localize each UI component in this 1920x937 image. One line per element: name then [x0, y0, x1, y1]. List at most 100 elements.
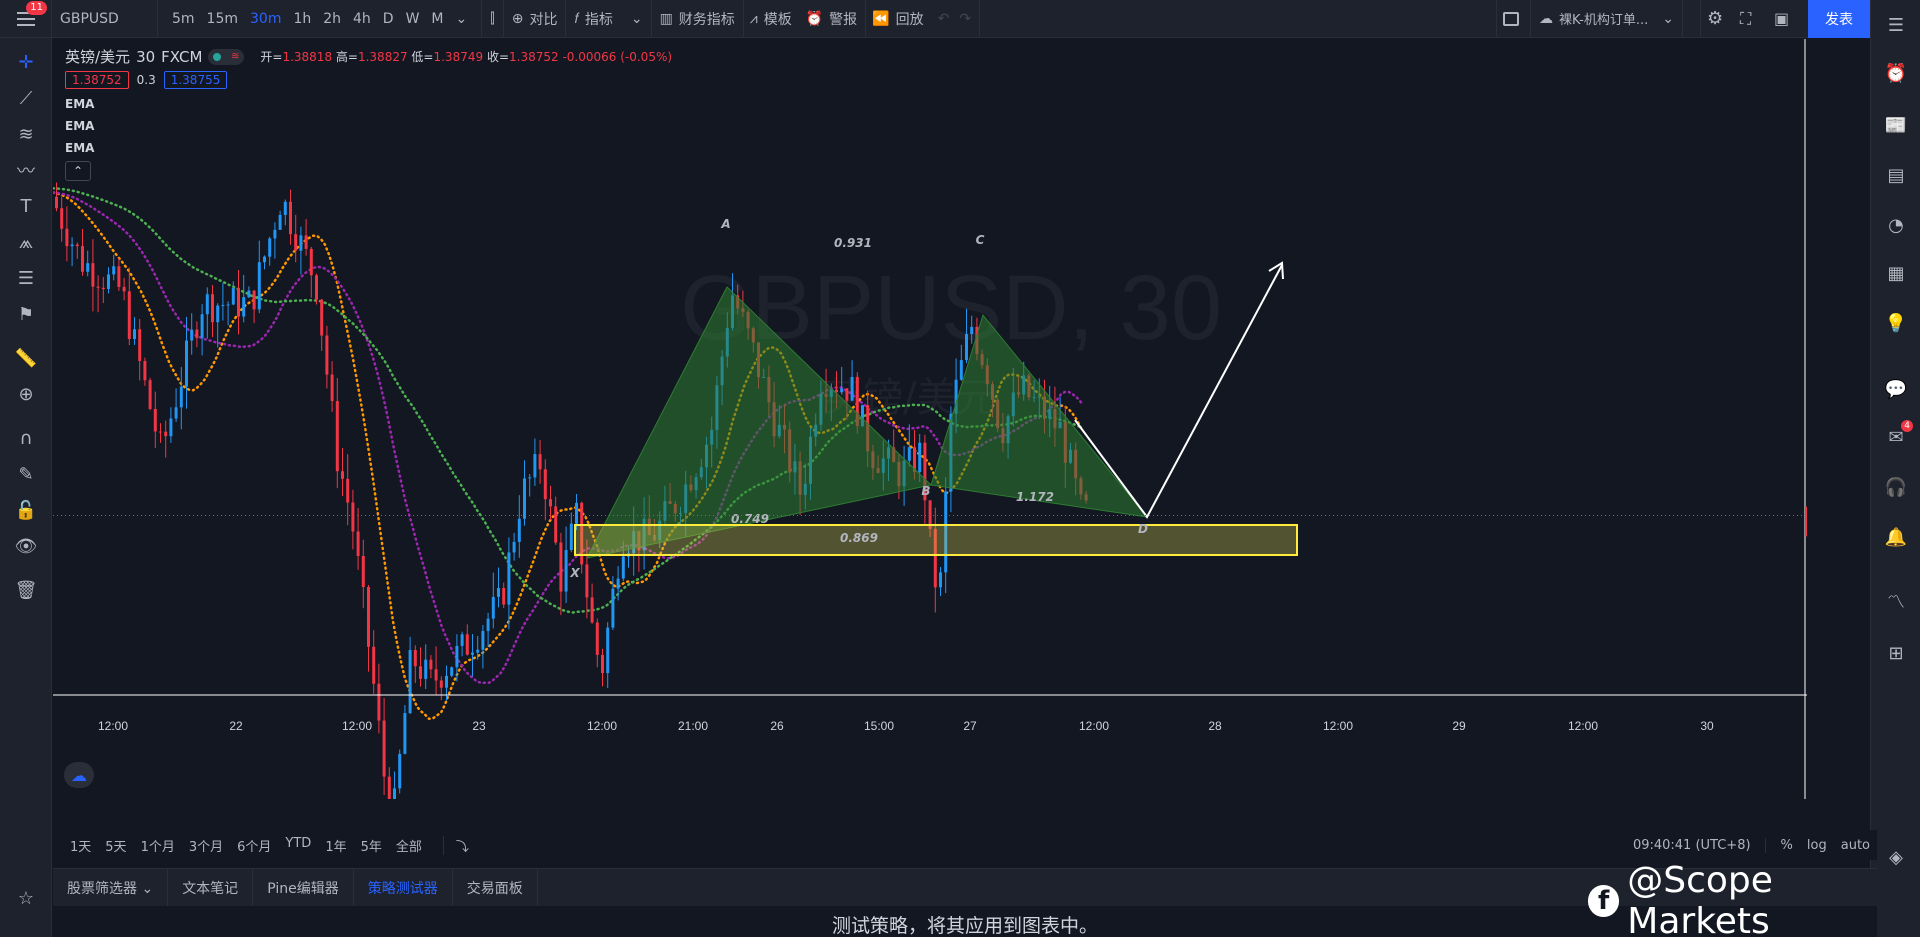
range-5年[interactable]: 5年	[354, 836, 389, 855]
magnet-tool[interactable]: ∩	[12, 424, 40, 452]
panel-tab-2[interactable]: Pine编辑器	[253, 869, 354, 907]
messages-button[interactable]: ✉ 4	[1881, 420, 1913, 452]
candle-body	[408, 649, 412, 714]
xabcd-tool[interactable]: ⩕	[12, 228, 40, 256]
indicator-ema-2[interactable]: EMA	[65, 119, 672, 133]
layout-name-dropdown[interactable]: ☁ 裸K-机构订单... ⌄	[1530, 0, 1683, 38]
timeframe-2h[interactable]: 2h	[317, 11, 347, 27]
zoom-tool[interactable]: ⊕	[12, 380, 40, 408]
ideas-button[interactable]: 💡	[1881, 308, 1911, 338]
stay-drawing-tool[interactable]: ✎	[12, 460, 40, 488]
text-tool[interactable]: T	[12, 192, 40, 220]
indicators-button[interactable]: 𝑓 指标 ⌄	[566, 0, 652, 38]
panel-tab-4[interactable]: 交易面板	[453, 869, 538, 907]
goto-date-button[interactable]: ⤵	[442, 835, 476, 855]
streams-button[interactable]: 🎧	[1881, 472, 1911, 502]
replay-button[interactable]: ⏪ 回放	[866, 0, 929, 38]
indicator-ema-3[interactable]: EMA	[65, 141, 672, 155]
buy-price-button[interactable]: 1.38755	[163, 71, 228, 89]
timeframe-30m[interactable]: 30m	[244, 11, 287, 27]
auto-toggle[interactable]: auto	[1834, 838, 1877, 853]
low-label: 低=	[411, 50, 434, 64]
timeframe-4h[interactable]: 4h	[347, 11, 377, 27]
fullscreen-button[interactable]: ⛶	[1734, 0, 1757, 38]
timeframe-5m[interactable]: 5m	[166, 11, 201, 27]
timeframe-15m[interactable]: 15m	[201, 11, 244, 27]
compare-button[interactable]: ⊕ 对比	[504, 0, 567, 38]
range-3个月[interactable]: 3个月	[182, 836, 230, 855]
range-6个月[interactable]: 6个月	[230, 836, 278, 855]
chat-button[interactable]: 💬	[1881, 374, 1911, 404]
percent-toggle[interactable]: %	[1774, 838, 1800, 853]
symbol-search[interactable]: GBPUSD	[52, 0, 158, 38]
dom-button[interactable]: ⊞	[1881, 638, 1911, 668]
panel-tab-3[interactable]: 策略测试器	[354, 869, 453, 907]
pattern-icon: 〰	[17, 161, 35, 182]
clock[interactable]: 09:40:41 (UTC+8)	[1626, 837, 1766, 853]
timeframe-D[interactable]: D	[377, 11, 400, 27]
prediction-tool[interactable]: ☰	[12, 264, 40, 292]
high-label: 高=	[335, 50, 358, 64]
range-5天[interactable]: 5天	[98, 836, 133, 855]
candle-body	[174, 407, 178, 419]
alerts-panel-button[interactable]: ⏰	[1881, 58, 1911, 88]
fib-tool[interactable]: ≋	[12, 120, 40, 148]
trendline-tool[interactable]: ⟋	[12, 84, 40, 112]
order-panel-button[interactable]: 〽	[1881, 586, 1911, 616]
range-1个月[interactable]: 1个月	[134, 836, 182, 855]
collapse-legend-button[interactable]: ⌃	[65, 161, 91, 181]
panel-tab-0[interactable]: 股票筛选器 ⌄	[53, 869, 169, 907]
settings-button[interactable]: ⚙	[1700, 0, 1729, 38]
legend-title[interactable]: 英镑/美元	[65, 46, 130, 67]
pattern-tool[interactable]: 〰	[12, 156, 40, 184]
data-window-button[interactable]: ▤	[1881, 160, 1911, 190]
alerts-button[interactable]: ⏰ 警报	[798, 0, 867, 38]
candle-body	[393, 788, 396, 799]
candle-body	[460, 634, 464, 646]
remove-tool[interactable]: 🗑	[12, 576, 40, 604]
prz-zone[interactable]	[574, 524, 1298, 556]
watchlist-button[interactable]: ☰	[1881, 10, 1911, 40]
templates-button[interactable]: ⩘ 模板	[744, 0, 798, 38]
timeframe-M[interactable]: M	[425, 11, 449, 27]
calendar-button[interactable]: ▦	[1881, 258, 1911, 288]
financials-button[interactable]: ▥ 财务指标	[652, 0, 744, 38]
range-1天[interactable]: 1天	[63, 836, 98, 855]
layout-name: 裸K-机构订单...	[1559, 13, 1649, 28]
redo-icon[interactable]: ↷	[959, 11, 971, 27]
time-tick-label: 30	[1700, 719, 1714, 733]
chevron-down-icon[interactable]: ⌄	[450, 11, 474, 27]
indicator-ema-1[interactable]: EMA	[65, 97, 672, 111]
publish-button[interactable]: 发表	[1808, 0, 1870, 38]
notifications-button[interactable]: 🔔	[1881, 522, 1911, 552]
label-d: D	[1138, 522, 1148, 536]
undo-icon[interactable]: ↶	[938, 11, 950, 27]
hotlist-button[interactable]: ◔	[1881, 210, 1911, 240]
snapshot-button[interactable]: ▣	[1768, 0, 1795, 38]
layout-button[interactable]	[1496, 0, 1525, 38]
news-button[interactable]: 📰	[1881, 110, 1911, 140]
spread-value: 0.3	[136, 73, 156, 87]
magnet-icon: ∩	[19, 427, 33, 449]
sell-price-button[interactable]: 1.38752	[65, 71, 129, 89]
market-status-toggle[interactable]: ≋	[208, 48, 245, 65]
log-toggle[interactable]: log	[1800, 838, 1834, 853]
time-tick-label: 28	[1208, 719, 1222, 733]
lock-tool[interactable]: 🔓	[12, 496, 40, 524]
compare-label: 对比	[529, 11, 558, 28]
icons-tool[interactable]: ⚑	[12, 300, 40, 328]
panel-tab-1[interactable]: 文本笔记	[168, 869, 254, 907]
cloud-sync-button[interactable]: ☁	[64, 762, 94, 788]
measure-tool[interactable]: 📏	[12, 344, 40, 372]
range-YTD[interactable]: YTD	[278, 836, 318, 855]
crosshair-tool[interactable]: ✛	[12, 48, 40, 76]
favorites-tool[interactable]: ☆	[12, 884, 40, 912]
timeframe-W[interactable]: W	[400, 11, 426, 27]
chart-type-button[interactable]: ⫿	[482, 0, 504, 38]
range-1年[interactable]: 1年	[318, 836, 353, 855]
hide-tool[interactable]: 👁	[12, 532, 40, 560]
candle-body	[970, 326, 974, 335]
range-全部[interactable]: 全部	[389, 836, 429, 855]
menu-button[interactable]: 11	[0, 0, 52, 38]
timeframe-1h[interactable]: 1h	[287, 11, 317, 27]
